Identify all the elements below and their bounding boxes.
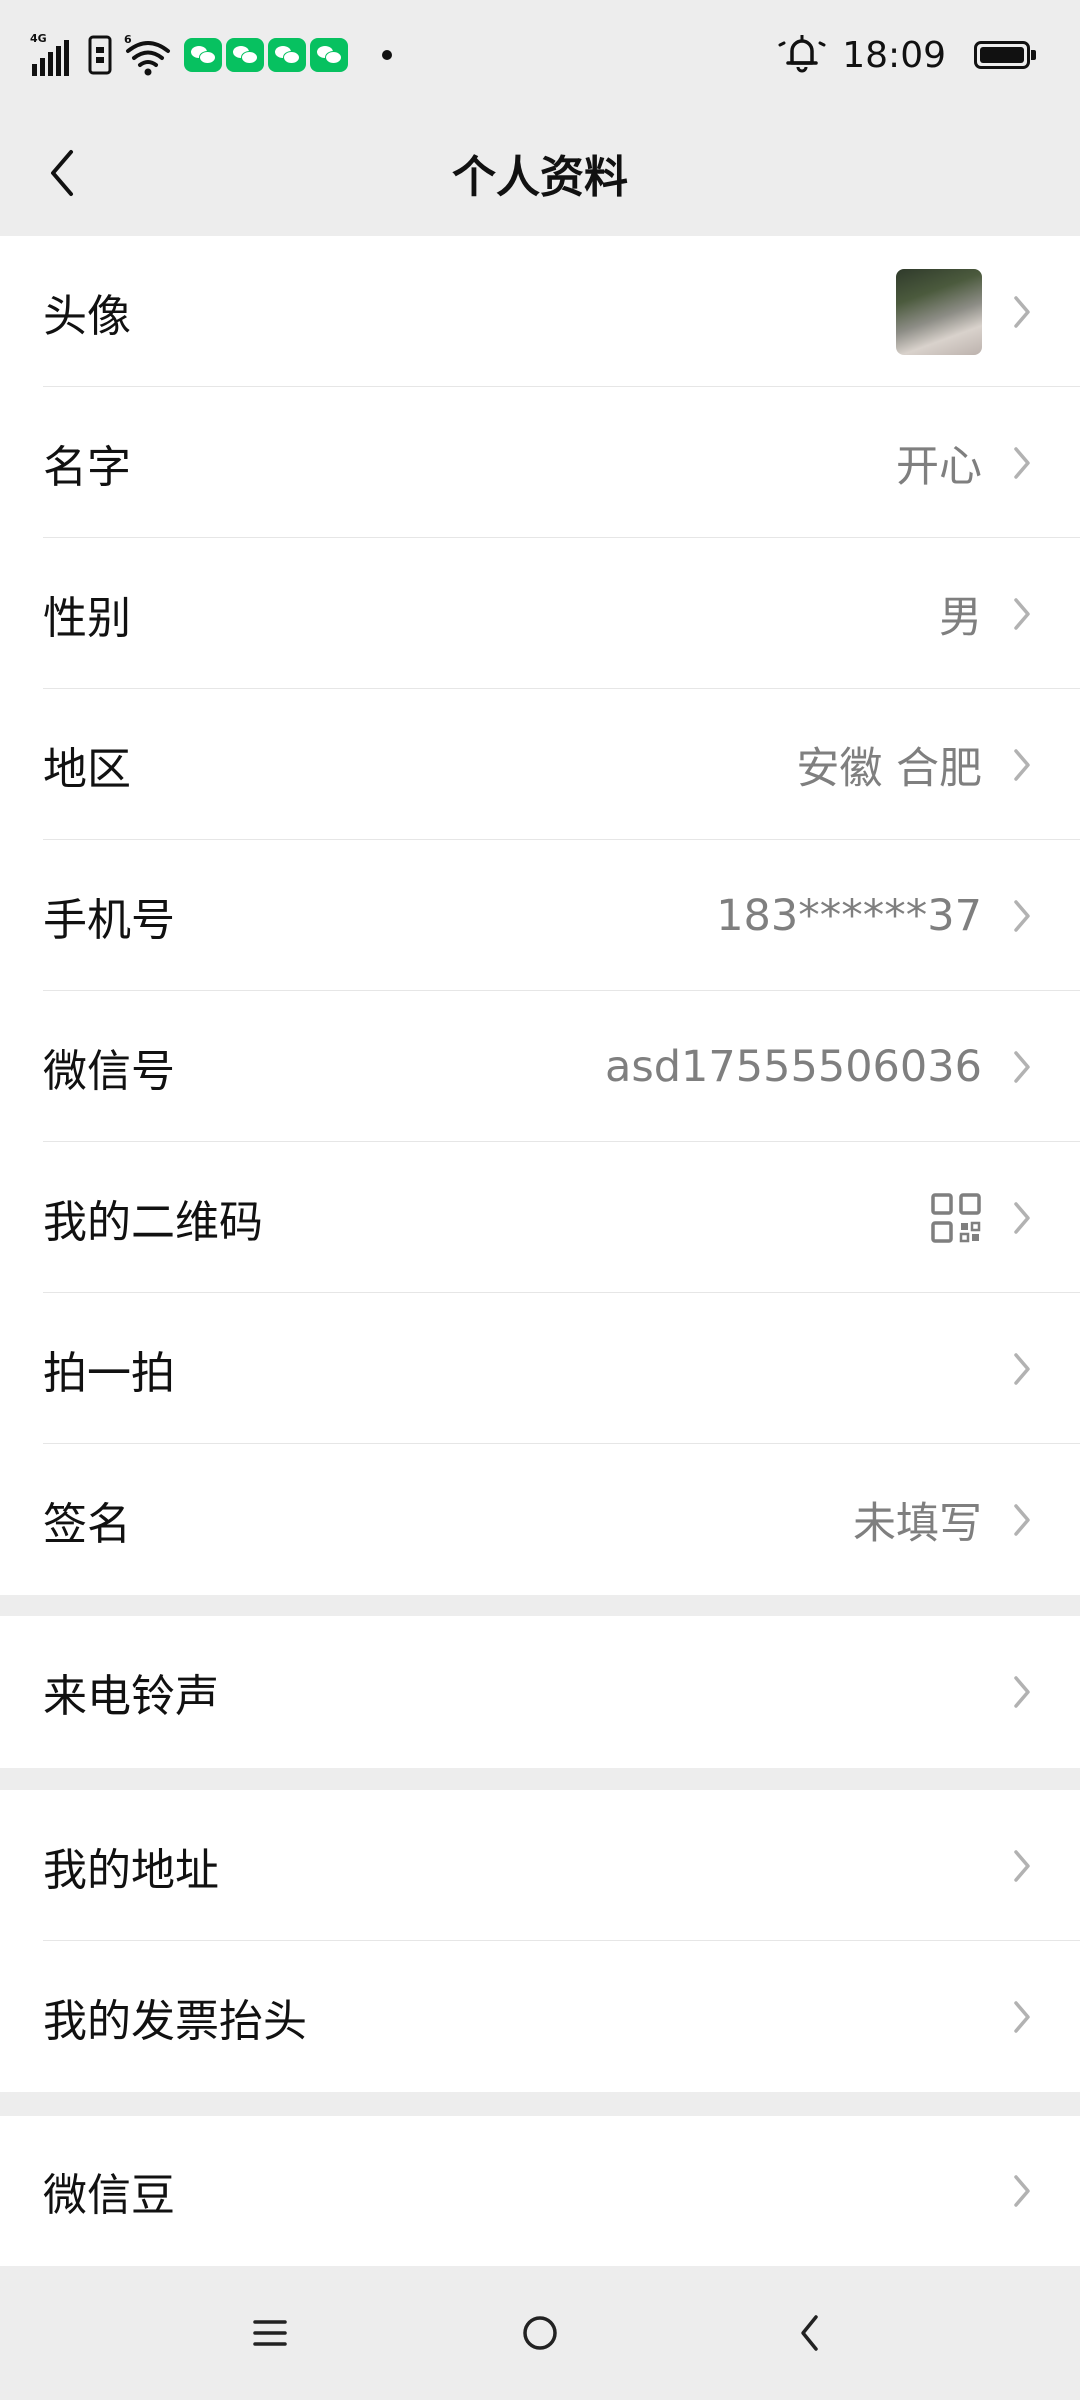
system-navigation-bar	[0, 2268, 1080, 2400]
row-value: 未填写	[853, 1498, 982, 1549]
profile-screen: 4G 6 18:09 个人资料 头像 名字 开心 性别 男 地区 安徽 合肥 手…	[0, 0, 1080, 2400]
row-value: 183******37	[716, 890, 982, 941]
row-label: 签名	[43, 1498, 131, 1550]
battery-icon	[974, 41, 1036, 69]
status-time: 18:09	[842, 34, 946, 76]
chevron-right-icon	[1010, 1047, 1034, 1087]
bell-icon	[778, 31, 826, 79]
chevron-right-icon	[1010, 1500, 1034, 1540]
row-label: 我的二维码	[43, 1196, 263, 1248]
address-group: 我的地址 我的发票抬头	[0, 1790, 1080, 2092]
ringtone-group: 来电铃声	[0, 1616, 1080, 1768]
row-label: 微信号	[43, 1045, 175, 1097]
cellular-signal-icon: 4G	[30, 32, 76, 78]
navigation-bar: 个人资料	[0, 110, 1080, 236]
chevron-right-icon	[1010, 594, 1034, 634]
chevron-right-icon	[1010, 896, 1034, 936]
list-item-ringtone[interactable]: 来电铃声	[0, 1616, 1080, 1768]
page-title: 个人资料	[452, 152, 628, 203]
chevron-right-icon	[1010, 745, 1034, 785]
row-label: 手机号	[43, 894, 175, 946]
list-item-avatar[interactable]: 头像	[0, 236, 1080, 387]
list-item-wechat-beans[interactable]: 微信豆	[0, 2116, 1080, 2266]
chevron-right-icon	[1010, 443, 1034, 483]
status-right: 18:09	[778, 28, 1036, 82]
chevron-left-icon	[801, 2315, 818, 2351]
avatar	[896, 268, 982, 355]
more-notifications-dot	[382, 50, 392, 60]
list-item-signature[interactable]: 签名 未填写	[0, 1444, 1080, 1595]
list-item-pat[interactable]: 拍一拍	[0, 1293, 1080, 1444]
list-item-wechat-id[interactable]: 微信号 asd17555506036	[0, 991, 1080, 1142]
row-label: 我的发票抬头	[43, 1995, 307, 2047]
list-item-gender[interactable]: 性别 男	[0, 538, 1080, 689]
list-item-phone[interactable]: 手机号 183******37	[0, 840, 1080, 991]
qr-code-icon	[931, 1192, 981, 1243]
row-label: 性别	[43, 592, 131, 644]
network-type-label: 4G	[30, 32, 47, 45]
profile-info-group: 头像 名字 开心 性别 男 地区 安徽 合肥 手机号 183******37 微…	[0, 236, 1080, 1595]
wechat-beans-group: 微信豆	[0, 2116, 1080, 2266]
row-value: 男	[939, 592, 982, 643]
list-item-invoice-title[interactable]: 我的发票抬头	[0, 1941, 1080, 2092]
wechat-notification-icon	[268, 38, 306, 72]
row-value: 开心	[896, 441, 982, 492]
list-item-name[interactable]: 名字 开心	[0, 387, 1080, 538]
row-label: 微信豆	[43, 2170, 175, 2221]
chevron-left-icon	[51, 150, 73, 196]
row-label: 名字	[43, 441, 131, 493]
wechat-notification-icon	[310, 38, 348, 72]
chevron-right-icon	[1010, 1672, 1034, 1712]
chevron-right-icon	[1010, 1198, 1034, 1238]
status-left: 4G 6	[30, 28, 392, 82]
menu-icon	[253, 2320, 287, 2346]
row-value: asd17555506036	[605, 1041, 982, 1092]
chevron-right-icon	[1010, 1846, 1034, 1886]
status-bar: 4G 6 18:09	[0, 0, 1080, 110]
wifi-gen-label: 6	[124, 33, 132, 46]
chevron-right-icon	[1010, 2171, 1034, 2211]
list-item-qr-code[interactable]: 我的二维码	[0, 1142, 1080, 1293]
back-button[interactable]	[32, 140, 92, 206]
chevron-right-icon	[1010, 292, 1034, 332]
row-label: 拍一拍	[43, 1347, 175, 1399]
row-value: 安徽 合肥	[796, 743, 982, 794]
wechat-notification-icon	[184, 38, 222, 72]
list-item-my-address[interactable]: 我的地址	[0, 1790, 1080, 1941]
row-label: 我的地址	[43, 1844, 219, 1896]
sim-card-icon	[88, 35, 112, 75]
row-label: 头像	[43, 290, 131, 342]
list-item-region[interactable]: 地区 安徽 合肥	[0, 689, 1080, 840]
chevron-right-icon	[1010, 1997, 1034, 2037]
wifi-icon: 6	[124, 33, 172, 77]
system-back-button[interactable]	[770, 2298, 850, 2368]
recent-apps-button[interactable]	[230, 2298, 310, 2368]
circle-home-icon	[523, 2316, 557, 2350]
wechat-notification-icon	[226, 38, 264, 72]
row-label: 来电铃声	[43, 1671, 219, 1722]
chevron-right-icon	[1010, 1349, 1034, 1389]
row-label: 地区	[43, 743, 131, 795]
home-button[interactable]	[500, 2298, 580, 2368]
